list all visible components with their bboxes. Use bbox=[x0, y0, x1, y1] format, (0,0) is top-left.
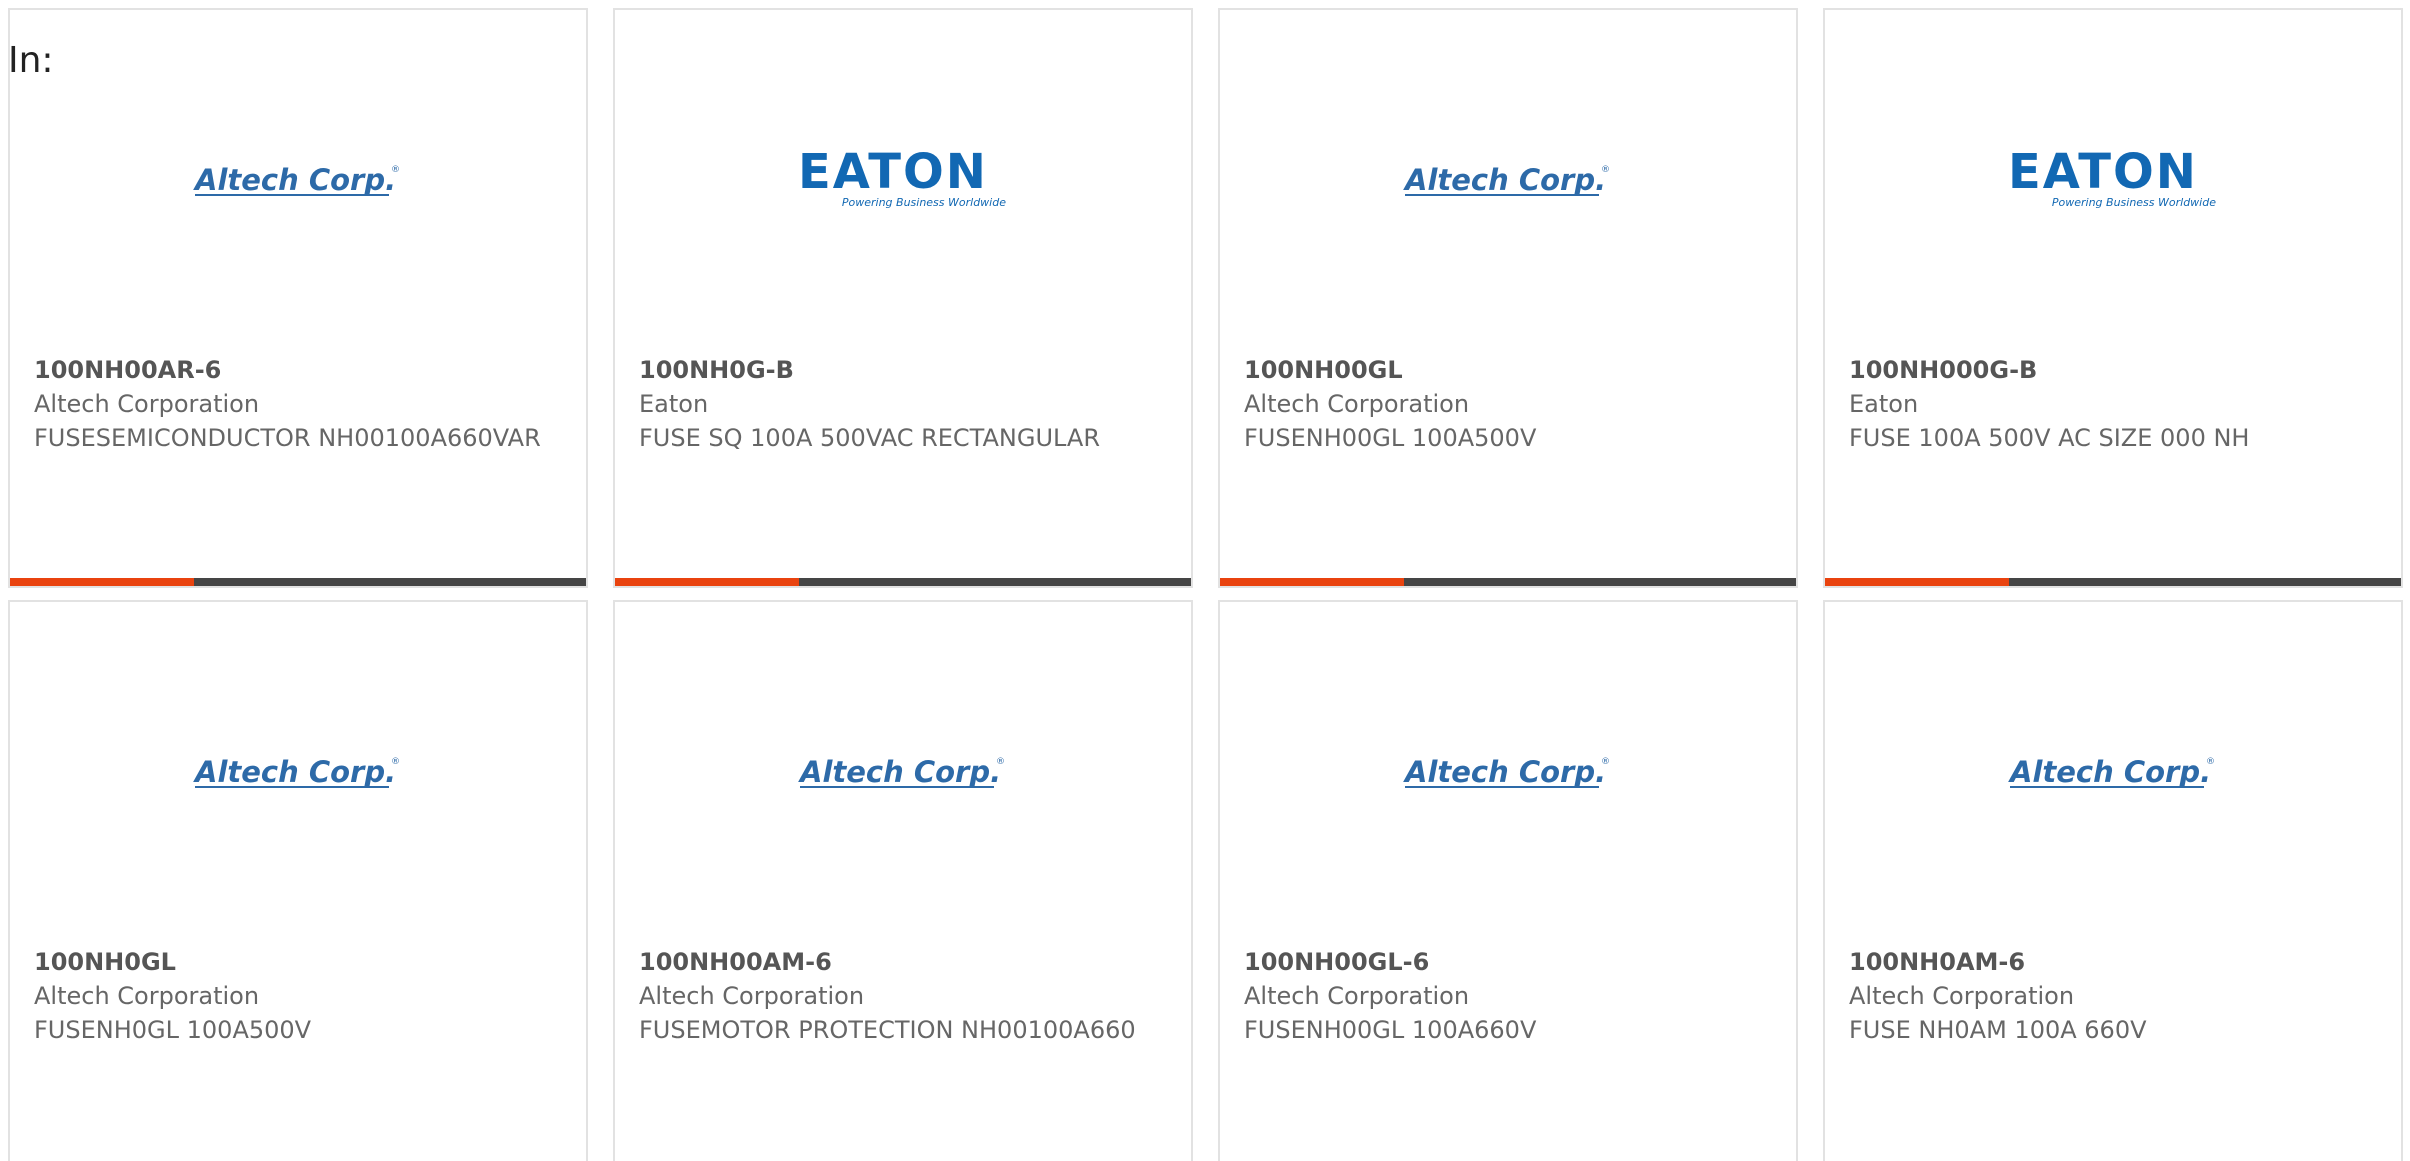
logo-area: Altech Corp. ® bbox=[615, 730, 1191, 810]
part-number[interactable]: 100NH0GL bbox=[34, 945, 566, 979]
manufacturer: Altech Corporation bbox=[1244, 390, 1470, 418]
card-accent-bar bbox=[1220, 578, 1404, 586]
svg-text:Altech Corp.: Altech Corp. bbox=[1403, 163, 1606, 197]
product-info: 100NH00GL Altech Corporation FUSENH00GL … bbox=[1244, 353, 1776, 455]
logo-area: Altech Corp. ® bbox=[1220, 138, 1796, 218]
part-number[interactable]: 100NH000G-B bbox=[1849, 353, 2381, 387]
manufacturer: Altech Corporation bbox=[34, 390, 260, 418]
product-description: FUSENH00GL 100A500V bbox=[1244, 424, 1537, 452]
filter-in-label: In: bbox=[8, 40, 54, 81]
svg-text:Powering Business Worldwide: Powering Business Worldwide bbox=[2052, 196, 2216, 209]
svg-text:Powering Business Worldwide: Powering Business Worldwide bbox=[842, 196, 1006, 209]
altech-logo: Altech Corp. ® bbox=[193, 755, 400, 789]
svg-text:Altech Corp.: Altech Corp. bbox=[798, 755, 1001, 789]
svg-text:®: ® bbox=[391, 165, 400, 175]
product-info: 100NH0AM-6 Altech Corporation FUSE NH0AM… bbox=[1849, 945, 2381, 1047]
logo-area: Altech Corp. ® bbox=[1825, 730, 2401, 810]
manufacturer: Eaton bbox=[1849, 390, 1919, 418]
product-info: 100NH00AR-6 Altech Corporation FUSESEMIC… bbox=[34, 353, 566, 455]
svg-text:®: ® bbox=[996, 757, 1005, 767]
svg-text:Altech Corp.: Altech Corp. bbox=[193, 163, 396, 197]
product-info: 100NH000G-B Eaton FUSE 100A 500V AC SIZE… bbox=[1849, 353, 2381, 455]
card-accent-bar bbox=[615, 578, 799, 586]
altech-logo: Altech Corp. ® bbox=[193, 163, 400, 197]
svg-text:Altech Corp.: Altech Corp. bbox=[2008, 755, 2211, 789]
part-number[interactable]: 100NH0G-B bbox=[639, 353, 1171, 387]
altech-logo: Altech Corp. ® bbox=[1403, 755, 1610, 789]
altech-logo: Altech Corp. ® bbox=[798, 755, 1005, 789]
altech-logo: Altech Corp. ® bbox=[1403, 163, 1610, 197]
svg-text:®: ® bbox=[2206, 757, 2215, 767]
product-description: FUSE SQ 100A 500VAC RECTANGULAR bbox=[639, 424, 1101, 452]
part-number[interactable]: 100NH00AR-6 bbox=[34, 353, 566, 387]
altech-logo: Altech Corp. ® bbox=[2008, 755, 2215, 789]
manufacturer: Altech Corporation bbox=[34, 982, 260, 1010]
logo-area: Altech Corp. ® bbox=[10, 138, 586, 218]
page: Altech Corp. ® 100NH00AR-6 Altech Corpor… bbox=[0, 0, 2410, 1161]
product-card[interactable]: Altech Corp. ® 100NH00AR-6 Altech Corpor… bbox=[8, 8, 588, 588]
product-card[interactable]: Altech Corp. ® 100NH00GL-6 Altech Corpor… bbox=[1218, 600, 1798, 1161]
product-description: FUSENH0GL 100A500V bbox=[34, 1016, 312, 1044]
product-info: 100NH00AM-6 Altech Corporation FUSEMOTOR… bbox=[639, 945, 1171, 1047]
product-card[interactable]: Altech Corp. ® 100NH00AM-6 Altech Corpor… bbox=[613, 600, 1193, 1161]
svg-text:Altech Corp.: Altech Corp. bbox=[193, 755, 396, 789]
manufacturer: Altech Corporation bbox=[1849, 982, 2075, 1010]
part-number[interactable]: 100NH0AM-6 bbox=[1849, 945, 2381, 979]
logo-area: EATON Powering Business Worldwide bbox=[615, 138, 1191, 218]
svg-text:®: ® bbox=[1601, 165, 1610, 175]
product-card[interactable]: Altech Corp. ® 100NH0GL Altech Corporati… bbox=[8, 600, 588, 1161]
product-card[interactable]: EATON Powering Business Worldwide 100NH0… bbox=[613, 8, 1193, 588]
product-info: 100NH0G-B Eaton FUSE SQ 100A 500VAC RECT… bbox=[639, 353, 1171, 455]
svg-text:Altech Corp.: Altech Corp. bbox=[1403, 755, 1606, 789]
card-bottom-bar bbox=[615, 578, 1191, 586]
manufacturer: Altech Corporation bbox=[639, 982, 865, 1010]
product-grid: Altech Corp. ® 100NH00AR-6 Altech Corpor… bbox=[8, 8, 2403, 1161]
svg-text:EATON: EATON bbox=[798, 146, 988, 200]
eaton-logo: EATON Powering Business Worldwide bbox=[2008, 146, 2216, 209]
part-number[interactable]: 100NH00AM-6 bbox=[639, 945, 1171, 979]
product-description: FUSENH00GL 100A660V bbox=[1244, 1016, 1537, 1044]
part-number[interactable]: 100NH00GL bbox=[1244, 353, 1776, 387]
card-bottom-bar bbox=[1220, 578, 1796, 586]
svg-text:®: ® bbox=[1601, 757, 1610, 767]
product-info: 100NH00GL-6 Altech Corporation FUSENH00G… bbox=[1244, 945, 1776, 1047]
product-card[interactable]: Altech Corp. ® 100NH00GL Altech Corporat… bbox=[1218, 8, 1798, 588]
eaton-logo: EATON Powering Business Worldwide bbox=[798, 146, 1006, 209]
manufacturer: Eaton bbox=[639, 390, 709, 418]
product-info: 100NH0GL Altech Corporation FUSENH0GL 10… bbox=[34, 945, 566, 1047]
card-accent-bar bbox=[1825, 578, 2009, 586]
logo-area: Altech Corp. ® bbox=[10, 730, 586, 810]
svg-text:®: ® bbox=[391, 757, 400, 767]
part-number[interactable]: 100NH00GL-6 bbox=[1244, 945, 1776, 979]
logo-area: EATON Powering Business Worldwide bbox=[1825, 138, 2401, 218]
manufacturer: Altech Corporation bbox=[1244, 982, 1470, 1010]
card-bottom-bar bbox=[10, 578, 586, 586]
product-description: FUSE NH0AM 100A 660V bbox=[1849, 1016, 2147, 1044]
product-description: FUSEMOTOR PROTECTION NH00100A660 bbox=[639, 1016, 1136, 1044]
product-card[interactable]: Altech Corp. ® 100NH0AM-6 Altech Corpora… bbox=[1823, 600, 2403, 1161]
svg-text:EATON: EATON bbox=[2008, 146, 2198, 200]
card-bottom-bar bbox=[1825, 578, 2401, 586]
product-card[interactable]: EATON Powering Business Worldwide 100NH0… bbox=[1823, 8, 2403, 588]
logo-area: Altech Corp. ® bbox=[1220, 730, 1796, 810]
product-description: FUSE 100A 500V AC SIZE 000 NH bbox=[1849, 424, 2250, 452]
product-description: FUSESEMICONDUCTOR NH00100A660VAR bbox=[34, 424, 541, 452]
card-accent-bar bbox=[10, 578, 194, 586]
